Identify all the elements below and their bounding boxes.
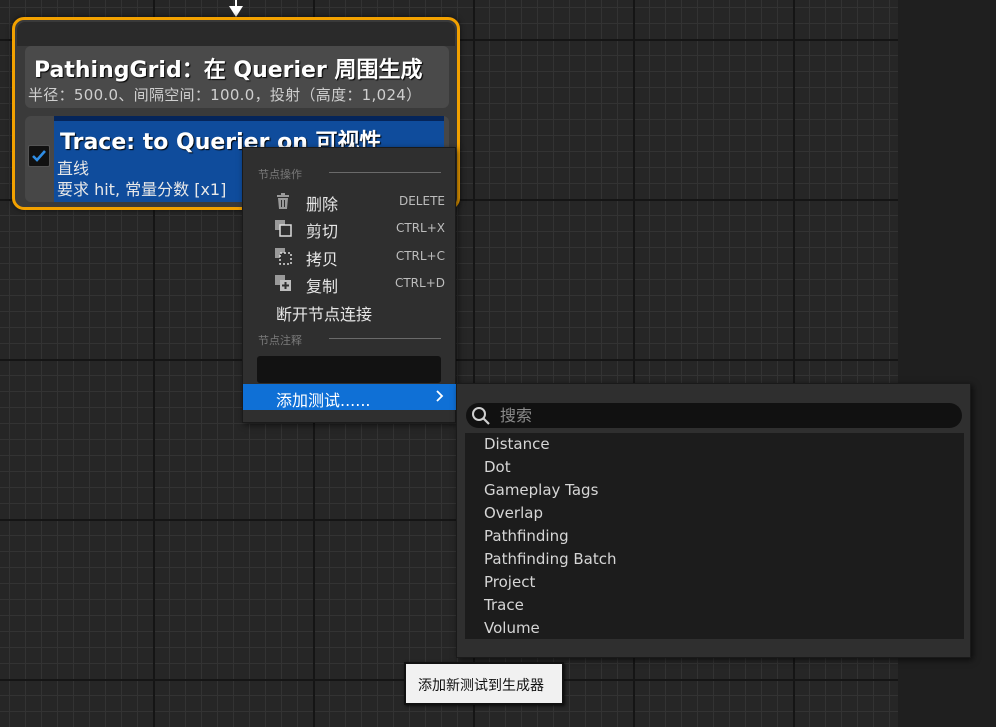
menu-item-copy[interactable]: 拷贝 CTRL+C (243, 243, 455, 269)
section-divider (329, 338, 441, 339)
list-item-trace[interactable]: Trace (484, 596, 524, 614)
generator-subtitle: 半径：500.0、间隔空间：100.0，投射（高度：1,024） (28, 86, 422, 104)
search-box[interactable] (466, 403, 962, 428)
copy-icon (275, 248, 292, 265)
menu-item-add-test[interactable]: 添加测试...... (243, 384, 457, 410)
generator-title: PathingGrid：在 Querier 周围生成 (34, 58, 423, 83)
list-item-distance[interactable]: Distance (484, 435, 550, 453)
menu-item-label: 删除 (306, 195, 339, 214)
list-item-dot[interactable]: Dot (484, 458, 511, 476)
generator-box[interactable]: PathingGrid：在 Querier 周围生成 半径：500.0、间隔空间… (25, 46, 449, 108)
tooltip: 添加新测试到生成器 (404, 662, 564, 705)
menu-item-label: 拷贝 (306, 250, 339, 269)
cut-icon (275, 220, 292, 237)
menu-item-shortcut: CTRL+C (395, 249, 445, 263)
list-item-project[interactable]: Project (484, 573, 535, 591)
menu-item-break-node-links[interactable]: 断开节点连接 (243, 298, 455, 324)
list-item-gameplay-tags[interactable]: Gameplay Tags (484, 481, 598, 499)
checkmark-icon (32, 150, 46, 162)
menu-item-label: 剪切 (306, 222, 339, 241)
trash-icon (277, 193, 289, 209)
list-item-pathfinding-batch[interactable]: Pathfinding Batch (484, 550, 617, 568)
tooltip-text: 添加新测试到生成器 (418, 678, 544, 694)
node-comment-input[interactable] (257, 356, 441, 383)
menu-item-delete[interactable]: 删除 DELETE (243, 188, 455, 214)
list-item-overlap[interactable]: Overlap (484, 504, 543, 522)
test-list: Distance Dot Gameplay Tags Overlap Pathf… (465, 433, 964, 639)
menu-item-label: 复制 (306, 277, 339, 296)
menu-item-shortcut: DELETE (398, 194, 445, 208)
chevron-right-icon (436, 390, 444, 402)
duplicate-icon (275, 275, 291, 291)
context-menu: 节点操作 删除 DELETE 剪切 CTRL+X 拷贝 CTRL+C 复制 CT… (242, 147, 457, 423)
menu-item-label: 添加测试...... (276, 391, 371, 410)
test-enabled-checkbox[interactable] (28, 145, 50, 167)
menu-item-duplicate[interactable]: 复制 CTRL+D (243, 270, 455, 296)
search-icon (472, 407, 490, 425)
section-header-node-comment: 节点注释 (258, 334, 302, 347)
section-header-node-ops: 节点操作 (258, 168, 302, 181)
menu-item-shortcut: CTRL+X (395, 221, 445, 235)
test-top-bar (54, 116, 444, 121)
input-pin-arrow-icon[interactable] (229, 6, 243, 17)
menu-item-label: 断开节点连接 (276, 305, 373, 324)
menu-item-shortcut: CTRL+D (394, 276, 445, 290)
section-divider (329, 172, 441, 173)
menu-item-cut[interactable]: 剪切 CTRL+X (243, 215, 455, 241)
test-scoring-line: 要求 hit, 常量分数 [x1] (57, 180, 227, 199)
list-item-pathfinding[interactable]: Pathfinding (484, 527, 569, 545)
list-item-volume[interactable]: Volume (484, 619, 540, 637)
add-test-submenu: Distance Dot Gameplay Tags Overlap Pathf… (456, 383, 971, 658)
node-header (17, 22, 455, 46)
search-input[interactable] (500, 403, 950, 428)
